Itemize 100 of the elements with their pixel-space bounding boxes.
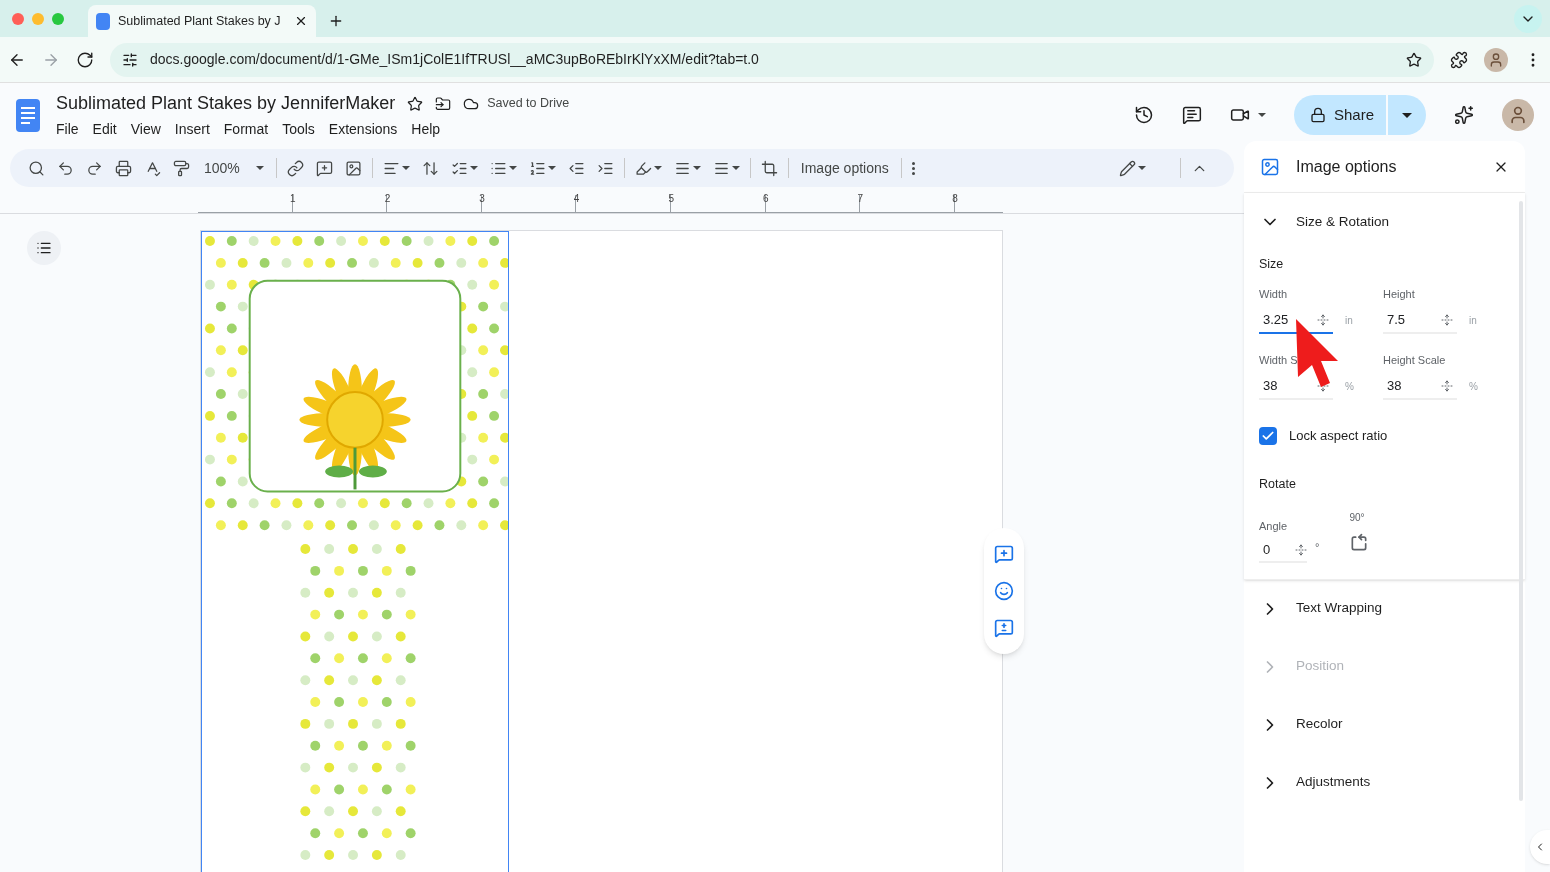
- reload-icon[interactable]: [76, 50, 94, 69]
- caret-icon: [692, 166, 701, 170]
- paint-format-icon: [173, 159, 190, 177]
- site-settings-icon[interactable]: [122, 51, 138, 68]
- extensions-icon[interactable]: [1450, 50, 1468, 69]
- numbered-list-icon: [528, 159, 546, 177]
- move-folder-icon[interactable]: [435, 95, 452, 112]
- crop-icon: [760, 159, 778, 177]
- unit-label: in: [1469, 313, 1477, 328]
- rotate-button[interactable]: [1349, 533, 1370, 553]
- caret-icon: [1257, 113, 1266, 117]
- spinner-icon: [1441, 379, 1453, 392]
- caret-icon: [1138, 166, 1146, 170]
- close-window-icon[interactable]: [12, 12, 24, 25]
- menu-item[interactable]: Help: [411, 119, 441, 140]
- field-label: Height: [1383, 286, 1416, 302]
- caret-icon: [653, 166, 662, 170]
- line-spacing-icon: [421, 159, 439, 177]
- ruler-number: 5: [668, 192, 674, 206]
- ruler-number: 2: [384, 192, 391, 206]
- add-comment-icon[interactable]: [994, 544, 1014, 565]
- browser-tab[interactable]: Sublimated Plant Stakes by J: [88, 5, 316, 37]
- spinner-icon: [1317, 313, 1329, 326]
- ruler-number: 4: [573, 192, 580, 206]
- number-field[interactable]: 38: [1383, 373, 1457, 400]
- sparkle-icon[interactable]: [1454, 105, 1474, 125]
- ruler-number: 3: [479, 192, 485, 206]
- profile-avatar[interactable]: [1484, 47, 1508, 72]
- emoji-icon[interactable]: [994, 581, 1014, 601]
- caret-icon: [731, 166, 740, 170]
- redo-icon: [86, 159, 103, 177]
- lock-aspect-checkbox[interactable]: [1259, 426, 1277, 445]
- spinner-icon: [1295, 543, 1307, 556]
- unit-label: %: [1469, 379, 1478, 394]
- suggest-edit-icon[interactable]: [994, 617, 1014, 638]
- panel-title: Image options: [1296, 156, 1398, 177]
- caret-icon: [401, 166, 410, 170]
- menu-item[interactable]: Extensions: [328, 119, 398, 140]
- size-heading: Size: [1259, 256, 1285, 273]
- unit-label: in: [1345, 313, 1353, 328]
- history-icon[interactable]: [1133, 105, 1154, 125]
- menu-item[interactable]: Tools: [282, 119, 315, 140]
- image-options-button[interactable]: Image options: [792, 154, 897, 182]
- new-tab-icon[interactable]: [328, 13, 344, 29]
- person-silhouette-icon: [1488, 51, 1504, 68]
- ruler-number: 8: [952, 192, 958, 206]
- rotate-label: 90°: [1349, 511, 1365, 525]
- print-icon: [115, 159, 132, 177]
- spinner-icon: [1441, 313, 1453, 326]
- field-label: Width: [1259, 286, 1289, 302]
- menu-item[interactable]: View: [130, 119, 161, 140]
- caret-icon: [547, 166, 556, 170]
- link-icon: [286, 159, 304, 177]
- caret-icon: [508, 166, 517, 170]
- ruler-number: 1: [290, 192, 296, 206]
- section-header[interactable]: Size & Rotation: [1244, 193, 1525, 251]
- menu-item[interactable]: File: [56, 119, 79, 140]
- more-icon: [911, 161, 915, 175]
- field-label: Angle: [1259, 519, 1289, 534]
- outline-button[interactable]: [27, 231, 61, 265]
- document-title[interactable]: Sublimated Plant Stakes by JenniferMaker: [56, 90, 396, 117]
- section-header[interactable]: Recolor: [1244, 695, 1525, 754]
- undo-icon: [57, 159, 74, 177]
- checkbox-label: Lock aspect ratio: [1289, 426, 1388, 445]
- menu-item[interactable]: Edit: [92, 119, 117, 140]
- caret-icon: [255, 166, 264, 170]
- angle-field[interactable]: 0: [1259, 538, 1307, 563]
- star-icon[interactable]: [407, 95, 424, 112]
- section-header[interactable]: Text Wrapping: [1244, 579, 1525, 638]
- number-field[interactable]: 7.5: [1383, 307, 1457, 334]
- tab-list-button[interactable]: [1514, 5, 1542, 33]
- rotate-heading: Rotate: [1259, 476, 1297, 494]
- bookmark-star-icon[interactable]: [1406, 51, 1422, 68]
- field-label: Width S: [1259, 352, 1299, 368]
- image-icon: [1260, 156, 1280, 177]
- insert-image-icon: [344, 159, 362, 177]
- docs-logo-icon[interactable]: [16, 98, 40, 132]
- border-color-icon: [634, 159, 652, 177]
- menu-item[interactable]: Insert: [174, 119, 210, 140]
- close-tab-icon[interactable]: [294, 14, 308, 28]
- caret-icon: [469, 166, 478, 170]
- field-label: Height Scale: [1383, 352, 1447, 368]
- zoom-dropdown[interactable]: 100%: [196, 154, 272, 182]
- document-icon: [96, 12, 110, 30]
- comments-icon[interactable]: [1181, 105, 1202, 125]
- person-silhouette-icon: [1508, 105, 1528, 125]
- add-comment-icon: [315, 159, 333, 177]
- unit-label: °: [1315, 539, 1320, 555]
- section-header[interactable]: Adjustments: [1244, 753, 1525, 812]
- profile-avatar[interactable]: [1502, 99, 1534, 131]
- caret-icon: [1402, 112, 1412, 118]
- list-icon: [36, 240, 52, 256]
- menu-item[interactable]: Format: [223, 119, 269, 140]
- editing-mode-icon: [1119, 159, 1136, 177]
- ruler-number: 6: [763, 192, 769, 206]
- unit-label: %: [1345, 379, 1354, 394]
- lock-icon: [1309, 107, 1326, 123]
- rotate-icon: [1349, 533, 1370, 553]
- share-button[interactable]: Share: [1293, 95, 1386, 135]
- address-bar[interactable]: docs.google.com/document/d/1-GMe_ISm1jColE1IfTRUSl__aMC3upBoREbIrKlYxXM/edit?tab=t.0: [110, 42, 1434, 77]
